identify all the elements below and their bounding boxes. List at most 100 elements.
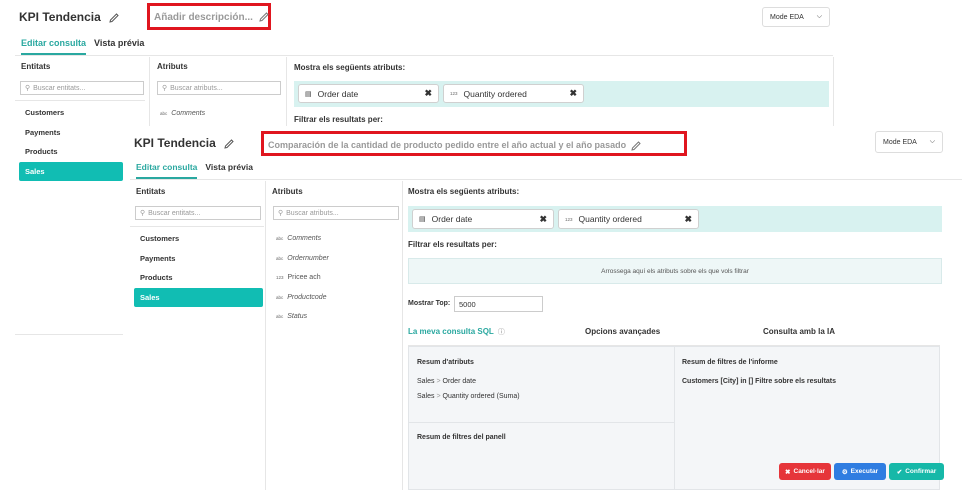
panel-filters-title: Resum de filtres del panell <box>417 434 506 441</box>
attribute-chip[interactable]: 123 Quantity ordered ✖ <box>558 209 699 229</box>
close-icon[interactable]: ✖ <box>424 88 432 99</box>
pencil-icon[interactable] <box>630 140 642 152</box>
text-type-icon: abc <box>276 236 284 242</box>
list-item[interactable]: Customers <box>134 229 263 249</box>
foreground-editor-panel: KPI Tendencia Comparación de la cantidad… <box>130 126 962 490</box>
list-item[interactable]: Products <box>19 142 123 162</box>
description-field[interactable]: Añadir descripción... <box>147 3 271 30</box>
attributes-header: Atributs <box>272 187 303 196</box>
close-icon[interactable]: ✖ <box>569 88 577 99</box>
cancel-button[interactable]: ✖ Cancel·lar <box>779 463 831 480</box>
number-type-icon: 123 <box>276 275 284 281</box>
divider <box>402 181 403 490</box>
divider <box>674 347 675 490</box>
list-item[interactable]: abc Status <box>276 307 329 327</box>
list-item[interactable]: Payments <box>134 249 263 269</box>
top-input[interactable]: 5000 <box>454 296 543 312</box>
tab-sql[interactable]: La meva consulta SQL ⓘ <box>408 327 505 347</box>
show-attributes-label: Mostra els següents atributs: <box>408 187 520 196</box>
pencil-icon[interactable] <box>258 11 270 23</box>
show-attributes-label: Mostra els següents atributs: <box>294 63 406 72</box>
calendar-icon: ▤ <box>305 90 312 98</box>
check-icon: ✔ <box>896 468 903 476</box>
report-filters-title: Resum de filtres de l'informe <box>682 359 778 366</box>
list-item[interactable]: abc Productcode <box>276 288 329 308</box>
mode-label: Mode EDA <box>883 138 917 146</box>
attribute-chip[interactable]: ▤ Order date ✖ <box>298 84 439 103</box>
top-label: Mostrar Top: <box>408 300 451 307</box>
attribute-chip[interactable]: 123 Quantity ordered ✖ <box>443 84 584 103</box>
title-text: KPI Tendencia <box>134 136 216 150</box>
page-title: KPI Tendencia <box>134 136 235 150</box>
attribute-list: abc Comments abc Ordernumber 123 Pricee … <box>276 229 329 327</box>
attribute-search-input[interactable]: ⚲ Buscar atributs... <box>273 206 399 220</box>
search-icon: ⚲ <box>162 85 168 92</box>
filter-label: Filtrar els resultats per: <box>294 115 383 124</box>
list-item[interactable]: abc Ordernumber <box>276 249 329 269</box>
entities-header: Entitats <box>21 62 51 71</box>
divider <box>149 57 150 127</box>
search-icon: ⚲ <box>140 210 146 217</box>
search-icon: ⚲ <box>278 210 284 217</box>
list-item[interactable]: abc Comments <box>160 104 205 124</box>
tab-edit-query[interactable]: Editar consulta <box>136 162 198 179</box>
list-item[interactable]: Customers <box>19 103 123 123</box>
pencil-icon[interactable] <box>108 12 120 24</box>
chevron-down-icon: ⌵ <box>816 13 822 20</box>
list-item[interactable]: Payments <box>19 123 123 143</box>
list-item[interactable]: abc Comments <box>276 229 329 249</box>
info-icon: ⓘ <box>497 329 505 336</box>
entity-search-input[interactable]: ⚲ Buscar entitats... <box>135 206 261 220</box>
entity-list: Customers Payments Products Sales <box>19 103 123 181</box>
text-type-icon: abc <box>276 294 284 300</box>
divider <box>130 179 962 180</box>
entity-list: Customers Payments Products Sales <box>134 229 263 307</box>
execute-button[interactable]: ⚙ Executar <box>834 463 886 480</box>
divider <box>265 181 266 490</box>
view-tabs: Editar consulta Vista prévia <box>21 38 144 55</box>
list-item[interactable]: 123 Pricee ach <box>276 268 329 288</box>
list-item-active[interactable]: Sales <box>134 287 263 307</box>
gear-icon: ⚙ <box>841 468 848 476</box>
description-text: Añadir descripción... <box>154 12 253 23</box>
description-field[interactable]: Comparación de la cantidad de producto p… <box>261 131 687 156</box>
list-item-active[interactable]: Sales <box>19 161 123 181</box>
close-icon: ✖ <box>785 468 791 476</box>
description-text: Comparación de la cantidad de producto p… <box>268 140 627 150</box>
close-icon[interactable]: ✖ <box>684 214 692 225</box>
confirm-button[interactable]: ✔ Confirmar <box>889 463 944 480</box>
tab-ai-query[interactable]: Consulta amb la IA <box>763 327 835 336</box>
divider <box>15 100 145 101</box>
number-type-icon: 123 <box>450 91 458 96</box>
divider <box>15 334 123 335</box>
list-item[interactable]: Products <box>134 268 263 288</box>
summary-row: Sales > Quantity ordered (Suma) <box>417 393 520 400</box>
tab-preview[interactable]: Vista prévia <box>94 38 144 55</box>
attributes-header: Atributs <box>157 62 188 71</box>
report-filter-text: Customers [City] in [] Filtre sobre els … <box>682 378 837 385</box>
selected-attributes-box: ▤ Order date ✖ 123 Quantity ordered ✖ <box>294 81 829 107</box>
entities-header: Entitats <box>136 187 166 196</box>
tab-advanced-options[interactable]: Opcions avançades <box>585 327 660 336</box>
mode-select[interactable]: Mode EDA ⌵ <box>875 131 943 153</box>
text-type-icon: abc <box>276 255 284 261</box>
mode-label: Mode EDA <box>770 13 804 21</box>
divider <box>15 55 833 56</box>
close-icon[interactable]: ✖ <box>539 214 547 225</box>
number-type-icon: 123 <box>565 216 573 222</box>
entity-search-input[interactable]: ⚲ Buscar entitats... <box>20 81 144 95</box>
calendar-icon: ▤ <box>419 216 426 223</box>
selected-attributes-box: ▤ Order date ✖ 123 Quantity ordered ✖ <box>408 206 942 232</box>
search-icon: ⚲ <box>25 85 31 92</box>
tab-preview[interactable]: Vista prévia <box>205 162 253 179</box>
summary-row: Sales > Order date <box>417 378 476 385</box>
filter-dropzone[interactable]: Arrossega aquí els atributs sobre els qu… <box>408 258 942 284</box>
attributes-summary-title: Resum d'atributs <box>417 359 474 366</box>
divider <box>130 226 264 227</box>
mode-select[interactable]: Mode EDA ⌵ <box>762 7 830 27</box>
attribute-search-input[interactable]: ⚲ Buscar atributs... <box>157 81 281 95</box>
attribute-chip[interactable]: ▤ Order date ✖ <box>412 209 554 229</box>
pencil-icon[interactable] <box>223 138 235 150</box>
tab-edit-query[interactable]: Editar consulta <box>21 38 87 55</box>
view-tabs: Editar consulta Vista prévia <box>136 162 253 179</box>
